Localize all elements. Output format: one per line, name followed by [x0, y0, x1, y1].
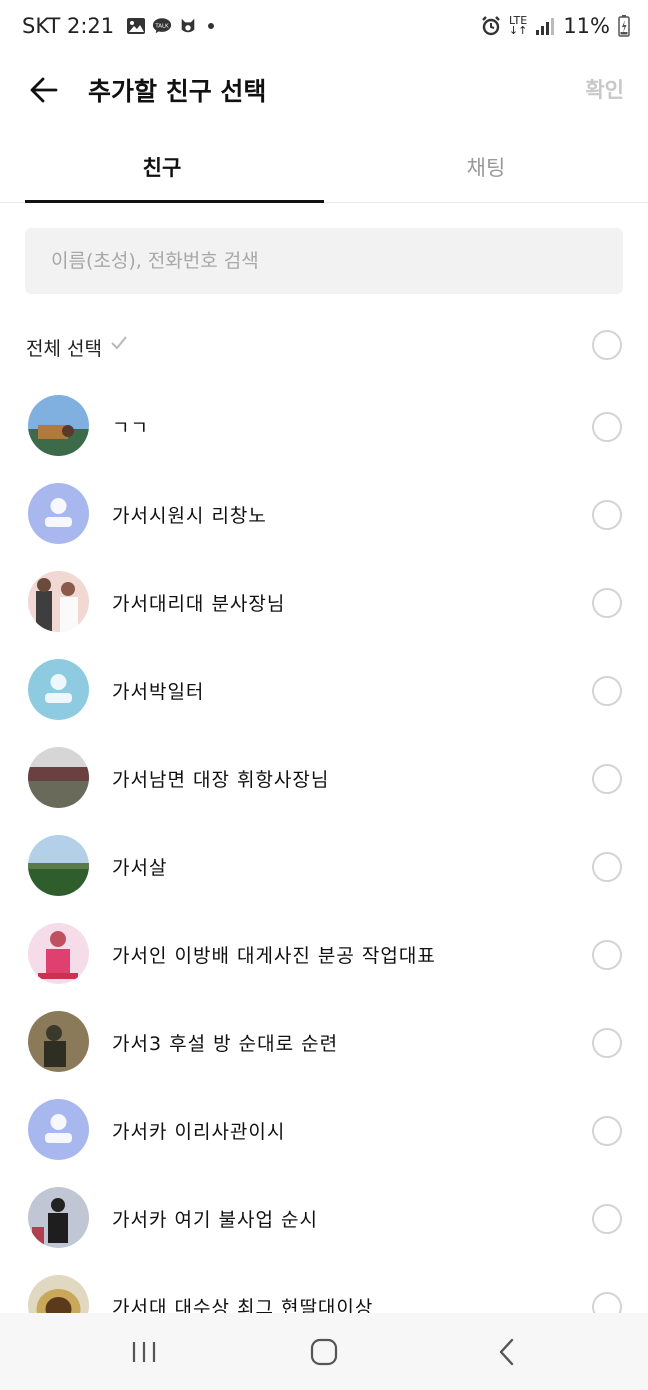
- friend-name: 가서카 여기 불사업 순시: [112, 1209, 318, 1231]
- friend-item[interactable]: 가서대리대 분사장님: [0, 559, 648, 647]
- avatar: [28, 571, 89, 632]
- friend-name: 가서박일터: [112, 681, 205, 703]
- friend-select-radio[interactable]: [592, 412, 622, 442]
- active-tab-indicator: [25, 200, 324, 203]
- status-left: SKT 2:21 TALK: [22, 14, 215, 38]
- default-avatar-icon: [28, 483, 89, 544]
- friend-name: 가서살: [112, 857, 168, 879]
- battery-percent: 11%: [563, 14, 610, 38]
- network-label: LTE: [508, 14, 528, 27]
- more-notifications-icon: [208, 23, 215, 29]
- avatar: [28, 835, 89, 896]
- avatar: [28, 395, 89, 456]
- friend-item[interactable]: 가서카 이리사관이시: [0, 1087, 648, 1175]
- back-icon[interactable]: [488, 1335, 528, 1369]
- friend-name: 가서시원시 리창노: [112, 505, 267, 527]
- friend-select-radio[interactable]: [592, 940, 622, 970]
- page-title: 추가할 친구 선택: [88, 77, 267, 106]
- recent-apps-icon[interactable]: [124, 1335, 164, 1369]
- friend-name: 가서대리대 분사장님: [112, 593, 286, 615]
- avatar: [28, 747, 89, 808]
- friend-select-radio[interactable]: [592, 1028, 622, 1058]
- tab-chats[interactable]: 채팅: [324, 138, 648, 202]
- app-bar: 추가할 친구 선택 확인: [0, 56, 648, 126]
- confirm-button[interactable]: 확인: [585, 74, 624, 104]
- friend-name: 가서인 이방배 대게사진 분공 작업대표: [112, 945, 436, 967]
- select-all-radio[interactable]: [592, 330, 622, 360]
- friend-item[interactable]: 가서시원시 리창노: [0, 471, 648, 559]
- carrier-time: SKT 2:21: [22, 14, 115, 38]
- friend-select-radio[interactable]: [592, 1292, 622, 1313]
- select-all-row[interactable]: 전체 선택: [0, 318, 648, 374]
- friend-item[interactable]: 가서인 이방배 대게사진 분공 작업대표: [0, 911, 648, 999]
- battery-charging-icon: [618, 15, 630, 37]
- friend-item[interactable]: 가서살: [0, 823, 648, 911]
- friend-item[interactable]: 가서카 여기 불사업 순시: [0, 1175, 648, 1263]
- kakaotalk-icon: TALK: [153, 18, 172, 34]
- friend-name: 가서카 이리사관이시: [112, 1121, 286, 1143]
- friend-name: 가서대 대수상 최그 현딸대이상: [112, 1297, 374, 1313]
- checkmark-icon: [111, 336, 127, 350]
- select-all-label: 전체 선택: [26, 338, 102, 360]
- search-box: [25, 228, 623, 294]
- default-avatar-icon: [28, 659, 89, 720]
- friend-name: 가서3 후설 방 순대로 순련: [112, 1033, 339, 1055]
- back-arrow-icon[interactable]: [28, 74, 60, 106]
- friend-name: ㄱㄱ: [112, 417, 149, 439]
- avatar: [28, 1011, 89, 1072]
- svg-text:TALK: TALK: [155, 23, 170, 29]
- friend-select-radio[interactable]: [592, 1204, 622, 1234]
- tab-bar: 친구 채팅: [0, 138, 648, 203]
- friend-name: 가서남면 대장 휘항사장님: [112, 769, 330, 791]
- avatar: [28, 1275, 89, 1313]
- alarm-icon: [482, 16, 500, 36]
- friend-select-radio[interactable]: [592, 764, 622, 794]
- friend-item[interactable]: 가서박일터: [0, 647, 648, 735]
- network-type: LTE ↓↑: [508, 14, 528, 37]
- friend-select-radio[interactable]: [592, 852, 622, 882]
- friend-item[interactable]: 가서남면 대장 휘항사장님: [0, 735, 648, 823]
- search-input[interactable]: [25, 228, 611, 294]
- friend-select-radio[interactable]: [592, 1116, 622, 1146]
- tab-friends[interactable]: 친구: [0, 138, 324, 202]
- friend-item[interactable]: ㄱㄱ: [0, 383, 648, 471]
- avatar: [28, 1187, 89, 1248]
- friend-item[interactable]: 가서3 후설 방 순대로 순련: [0, 999, 648, 1087]
- friend-select-radio[interactable]: [592, 588, 622, 618]
- friend-list: ㄱㄱ 가서시원시 리창노 가서대리대 분사장님 가서박일터 가서남면 대장 휘항…: [0, 383, 648, 1313]
- system-navigation-bar: [0, 1313, 648, 1390]
- home-icon[interactable]: [304, 1335, 344, 1369]
- friend-item[interactable]: 가서대 대수상 최그 현딸대이상: [0, 1263, 648, 1313]
- default-avatar-icon: [28, 1099, 89, 1160]
- friend-select-radio[interactable]: [592, 500, 622, 530]
- friend-select-radio[interactable]: [592, 676, 622, 706]
- status-bar: SKT 2:21 TALK LTE ↓↑ 11%: [0, 0, 648, 56]
- signal-icon: [536, 18, 555, 35]
- avatar: [28, 923, 89, 984]
- status-right: LTE ↓↑ 11%: [481, 14, 630, 38]
- image-icon: [127, 18, 146, 34]
- app-notification-icon: [181, 18, 195, 33]
